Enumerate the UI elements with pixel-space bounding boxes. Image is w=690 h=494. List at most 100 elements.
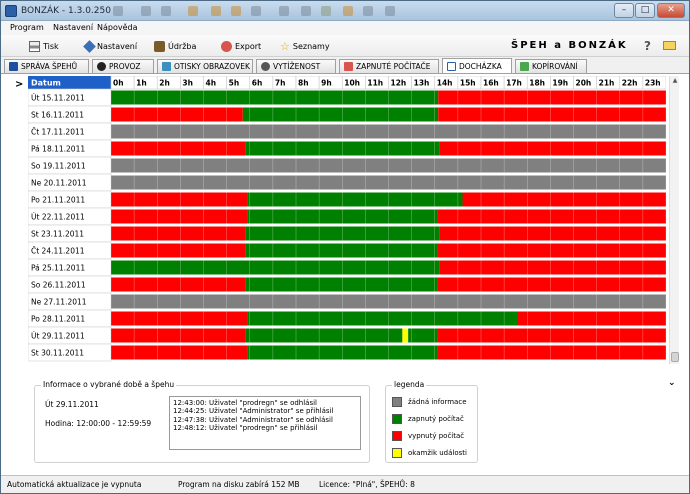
status-segment[interactable]	[437, 243, 666, 258]
hour-header-label: 1h	[136, 79, 147, 88]
status-segment[interactable]	[111, 243, 246, 258]
status-segment[interactable]	[111, 90, 439, 105]
list-item[interactable]: 12:44:25: Uživatel "Administrator" se př…	[173, 407, 357, 415]
status-segment[interactable]	[111, 107, 243, 122]
tab-zapnute-pocitace[interactable]: ZAPNUTÉ POČÍTAČE	[339, 59, 439, 73]
close-button[interactable]: ✕	[657, 3, 685, 18]
tab-otisky-obrazovek[interactable]: OTISKY OBRAZOVEK	[157, 59, 253, 73]
status-segment[interactable]	[111, 226, 246, 241]
legend-item: okamžik události	[392, 448, 467, 458]
legend-swatch	[392, 397, 402, 407]
events-list[interactable]: 12:43:00: Uživatel "prodregn" se odhlási…	[169, 396, 361, 450]
status-segment[interactable]	[439, 141, 666, 156]
status-segment[interactable]	[247, 311, 518, 326]
status-segment[interactable]	[437, 328, 666, 343]
quick-access-icon[interactable]	[161, 6, 171, 16]
status-segment[interactable]	[111, 141, 246, 156]
mail-icon[interactable]	[663, 41, 676, 50]
lists-button[interactable]: ☆ Seznamy	[280, 39, 330, 53]
menu-settings[interactable]: Nastavení	[53, 23, 93, 32]
quick-access-icon[interactable]	[251, 6, 261, 16]
hour-header-label: 15h	[460, 79, 476, 88]
status-segment[interactable]	[462, 192, 667, 207]
spy-icon	[9, 62, 18, 71]
toolbar: Tisk Nastavení Údržba Export ☆ Seznamy Š…	[1, 35, 689, 57]
tab-sprava-spehu[interactable]: SPRÁVA ŠPEHŮ	[4, 59, 89, 73]
tab-label: DOCHÁZKA	[459, 61, 502, 71]
attendance-grid[interactable]: Datum 0h 1h 2h 3h 4h 5h 6h 7h 8h 9h 10h 11h 12h 13h 14h…	[28, 76, 666, 364]
export-button[interactable]: Export	[221, 39, 261, 53]
quick-access-icon[interactable]	[113, 6, 123, 16]
list-item[interactable]: 12:43:00: Uživatel "prodregn" se odhlási…	[173, 399, 357, 407]
quick-access-icon[interactable]	[343, 6, 353, 16]
list-item[interactable]: 12:48:12: Uživatel "prodregn" se přihlás…	[173, 424, 357, 432]
hour-header-label: 8h	[298, 79, 309, 88]
chevron-down-icon[interactable]: ⌄	[668, 378, 676, 388]
row-date-label: Čt 24.11.2011	[31, 247, 85, 256]
hour-header-label: 21h	[599, 79, 615, 88]
minimize-button[interactable]: –	[614, 3, 634, 18]
tab-label: PROVOZ	[109, 62, 141, 71]
status-segment[interactable]	[111, 311, 248, 326]
quick-access-icon[interactable]	[188, 6, 198, 16]
status-segment[interactable]	[111, 260, 440, 275]
monitor-icon	[344, 62, 353, 71]
maximize-button[interactable]: □	[635, 3, 655, 18]
menu-program[interactable]: Program	[10, 23, 44, 32]
scroll-thumb[interactable]	[671, 352, 679, 362]
tab-dochazka[interactable]: DOCHÁZKA	[442, 58, 512, 73]
status-segment[interactable]	[437, 345, 666, 360]
status-segment[interactable]	[111, 277, 246, 292]
status-segment[interactable]	[111, 192, 248, 207]
status-segment[interactable]	[247, 192, 463, 207]
status-segment[interactable]	[111, 328, 246, 343]
info-time: Hodina: 12:00:00 - 12:59:59	[45, 419, 152, 428]
status-segment[interactable]	[245, 328, 403, 343]
quick-access-icon[interactable]	[141, 6, 151, 16]
quick-access-icon[interactable]	[321, 6, 331, 16]
status-segment[interactable]	[518, 311, 666, 326]
status-segment[interactable]	[245, 277, 438, 292]
quick-access-icon[interactable]	[301, 6, 311, 16]
status-segment[interactable]	[437, 209, 666, 224]
vertical-scrollbar[interactable]: ▲	[669, 76, 679, 364]
status-segment[interactable]	[408, 328, 438, 343]
star-icon: ☆	[280, 39, 290, 53]
tab-label: KOPÍROVÁNÍ	[532, 62, 578, 71]
tab-vytizenost[interactable]: VYTÍŽENOST	[256, 59, 336, 73]
maintenance-button[interactable]: Údržba	[154, 39, 196, 53]
event-marker[interactable]	[402, 328, 409, 343]
print-button[interactable]: Tisk	[29, 39, 59, 53]
status-bar: Automatická aktualizace je vypnuta Progr…	[1, 475, 689, 493]
help-icon[interactable]: ?	[644, 39, 651, 53]
quick-access-icon[interactable]	[279, 6, 289, 16]
hour-header-label: 14h	[437, 79, 453, 88]
status-update: Automatická aktualizace je vypnuta	[7, 480, 142, 489]
tab-kopirovani[interactable]: KOPÍROVÁNÍ	[515, 59, 587, 73]
quick-access-icon[interactable]	[231, 6, 241, 16]
status-segment[interactable]	[111, 209, 248, 224]
info-date: Út 29.11.2011	[45, 400, 99, 409]
status-segment[interactable]	[439, 226, 666, 241]
status-segment[interactable]	[437, 277, 666, 292]
menu-help[interactable]: Nápověda	[97, 23, 138, 32]
list-item[interactable]: 12:47:38: Uživatel "Administrator" se od…	[173, 416, 357, 424]
hour-header-label: 17h	[506, 79, 522, 88]
hour-header-label: 19h	[552, 79, 568, 88]
status-segment[interactable]	[111, 345, 248, 360]
status-segment[interactable]	[438, 107, 666, 122]
hour-header-label: 23h	[645, 79, 661, 88]
settings-button[interactable]: Nastavení	[83, 39, 137, 53]
quick-access-icon[interactable]	[363, 6, 373, 16]
quick-access-icon[interactable]	[211, 6, 221, 16]
tab-provoz[interactable]: PROVOZ	[92, 59, 154, 73]
quick-access-icon[interactable]	[385, 6, 395, 16]
lists-label: Seznamy	[292, 41, 330, 51]
tab-strip: SPRÁVA ŠPEHŮ PROVOZ OTISKY OBRAZOVEK VYT…	[1, 58, 689, 73]
scroll-up-icon[interactable]: ▲	[671, 77, 679, 85]
status-segment[interactable]	[245, 243, 438, 258]
status-segment[interactable]	[242, 107, 439, 122]
status-segment[interactable]	[439, 260, 666, 275]
status-segment[interactable]	[438, 90, 666, 105]
app-window: BONZÁK - 1.3.0.250 – □ ✕ Program Nastave…	[0, 0, 690, 494]
